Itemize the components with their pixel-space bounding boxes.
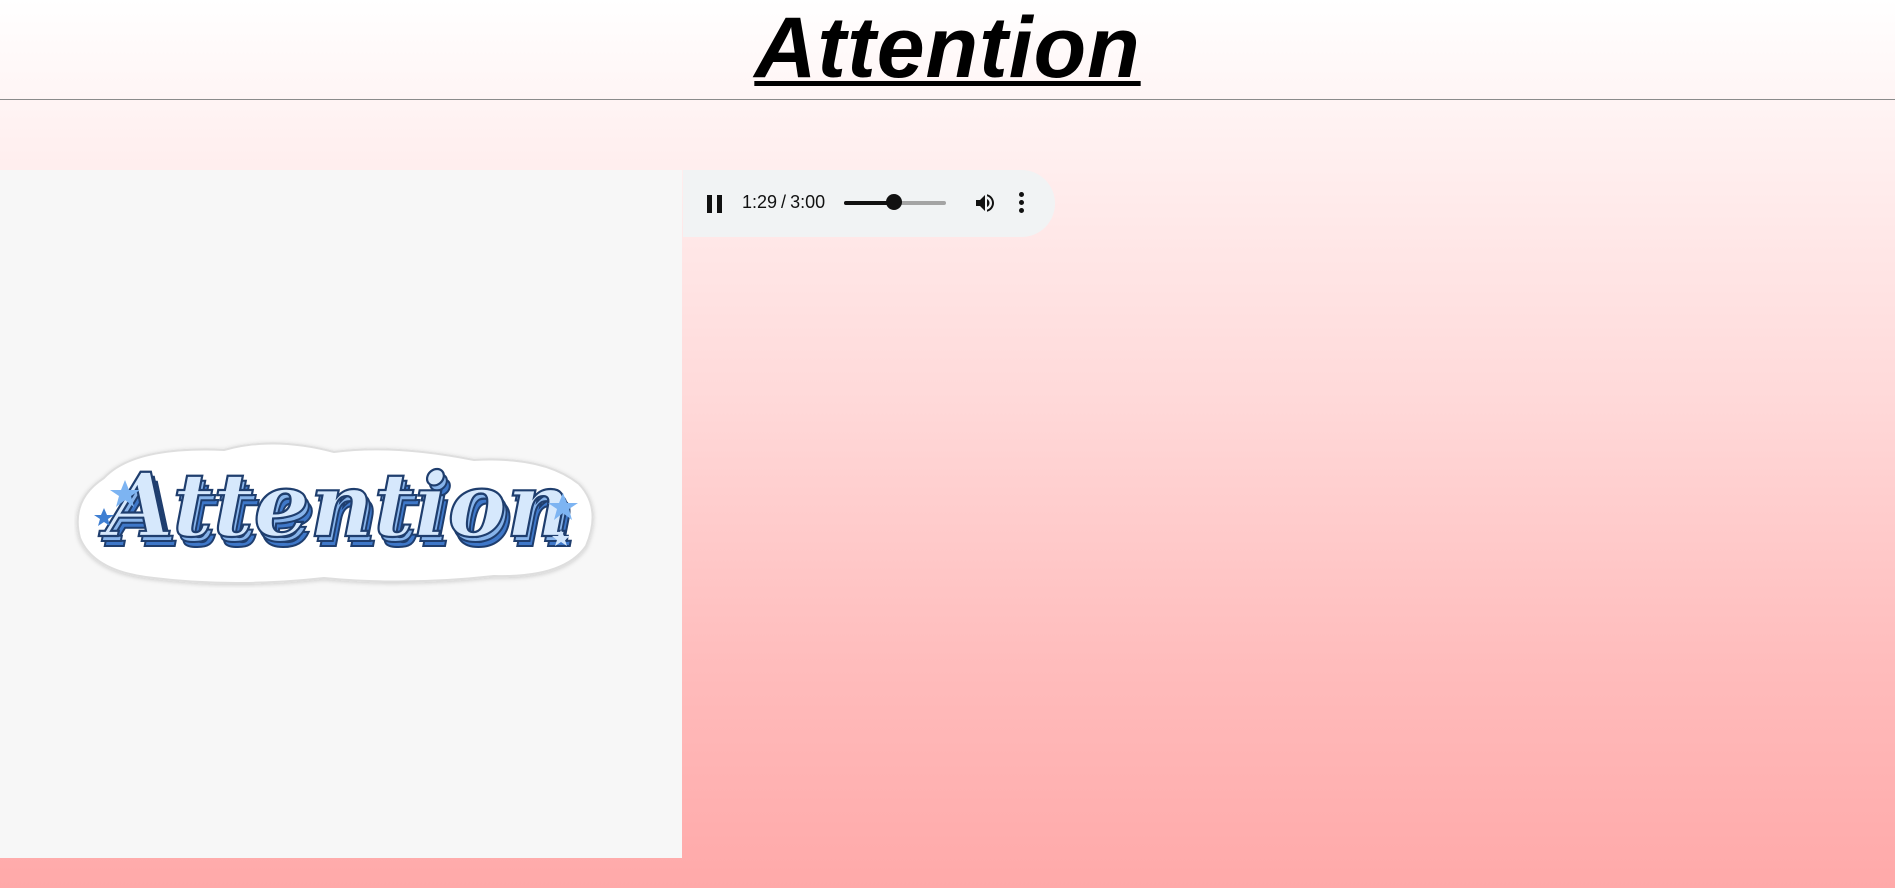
pause-button[interactable] (707, 195, 723, 213)
more-vert-icon[interactable] (1017, 192, 1025, 216)
duration: 3:00 (790, 192, 826, 212)
pause-icon (707, 195, 712, 213)
seek-slider[interactable] (844, 194, 946, 210)
sticker-text: Attention (99, 453, 571, 557)
page-header: Attention (0, 0, 1895, 100)
time-display: 1:29/3:00 (742, 192, 825, 213)
audio-player[interactable]: 1:29/3:00 (683, 170, 1055, 237)
seek-thumb[interactable] (886, 194, 903, 210)
page-title: Attention (754, 0, 1141, 96)
attention-sticker-image: Attention Attention Attention (76, 442, 594, 584)
time-separator: / (781, 192, 787, 212)
volume-icon[interactable] (973, 191, 997, 215)
current-time: 1:29 (742, 192, 778, 212)
